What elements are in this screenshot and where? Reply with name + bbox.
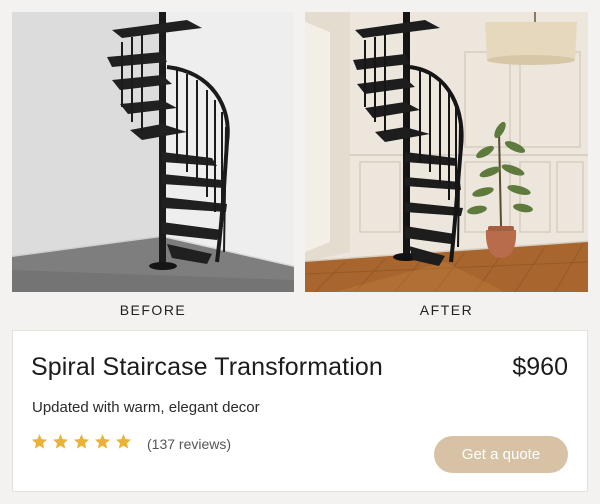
star-icon: [94, 433, 111, 450]
after-photo: [305, 12, 588, 292]
listing-title: Spiral Staircase Transformation: [31, 353, 383, 381]
listing-price: $960: [512, 353, 568, 381]
review-count[interactable]: (137 reviews): [147, 436, 231, 452]
star-icon: [31, 433, 48, 450]
before-photo: [12, 12, 294, 292]
before-caption: BEFORE: [119, 302, 187, 318]
page: BEFORE AFTER Spiral Staircase Transforma…: [0, 0, 600, 504]
get-a-quote-button[interactable]: Get a quote: [434, 436, 568, 473]
star-icon: [52, 433, 69, 450]
before-staircase-image: [12, 12, 294, 292]
after-staircase-image: [305, 12, 588, 292]
star-icon: [73, 433, 90, 450]
star-rating: [31, 433, 132, 450]
listing-subtitle: Updated with warm, elegant decor: [32, 399, 260, 416]
star-icon: [115, 433, 132, 450]
listing-card: Spiral Staircase Transformation $960 Upd…: [12, 330, 588, 492]
after-caption: AFTER: [419, 302, 474, 318]
